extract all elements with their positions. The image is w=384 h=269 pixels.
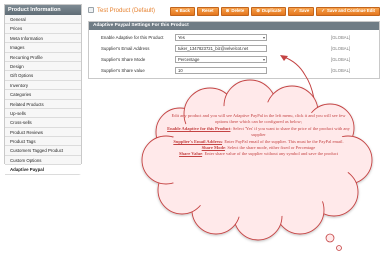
- callout-value-text: : Enter share value of the supplier with…: [202, 151, 338, 157]
- share-mode-value: Percentage: [178, 57, 200, 62]
- callout-mode-text: : Select the share mode, either fixed or…: [224, 145, 316, 151]
- supplier-email-scope: [GLOBAL]: [331, 46, 351, 51]
- share-value-input[interactable]: 10: [175, 67, 267, 74]
- delete-button[interactable]: ⊗ Delete: [220, 6, 250, 16]
- share-value-row: Supplier's Share value 10 [GLOBAL]: [89, 67, 379, 75]
- sidebar-item-categories[interactable]: Categories: [5, 90, 81, 100]
- sidebar-item-cross-sells[interactable]: Cross-sells: [5, 118, 81, 128]
- delete-icon: ⊗: [225, 7, 230, 13]
- enable-adaptive-scope: [GLOBAL]: [331, 35, 351, 40]
- save-icon: ✓: [321, 7, 325, 13]
- sidebar-item-inventory[interactable]: Inventory: [5, 80, 81, 91]
- share-mode-scope: [GLOBAL]: [331, 57, 351, 62]
- chevron-down-icon: ▾: [262, 35, 265, 40]
- product-information-sidebar: Product Information General Prices Meta …: [4, 4, 82, 175]
- supplier-email-input[interactable]: tuker_1347823721_biz@velvelcot.net: [175, 45, 267, 52]
- callout-bubble: [336, 245, 342, 251]
- callout-enable-text: : Select 'Yes' if you want to share the …: [230, 125, 350, 138]
- sidebar-item-custom-options[interactable]: Custom Options: [5, 155, 81, 166]
- chevron-down-icon: ▾: [262, 57, 265, 62]
- sidebar-item-related-products[interactable]: Related Products: [5, 99, 81, 109]
- share-value-scope: [GLOBAL]: [331, 68, 351, 73]
- page-header: Test Product (Default) ◂ Back Reset ⊗ Dele…: [88, 4, 380, 18]
- callout-mode-heading: Share Mode: [201, 145, 225, 151]
- sidebar-item-design[interactable]: Design: [5, 61, 81, 72]
- sidebar-item-product-tags[interactable]: Product Tags: [5, 137, 81, 147]
- plus-icon: ⊕: [256, 7, 261, 13]
- sidebar-item-images[interactable]: Images: [5, 43, 81, 53]
- callout-text: Edit any product and you will see Adapti…: [166, 113, 351, 158]
- save-continue-button-label: Save and Continue Edit: [327, 8, 375, 13]
- save-button[interactable]: ✓ Save: [288, 6, 315, 16]
- page-title: Test Product (Default): [88, 6, 155, 16]
- product-icon: [88, 7, 94, 14]
- sidebar-item-gift-options[interactable]: Gift Options: [5, 71, 81, 81]
- share-mode-row: Supplier's Share Mode Percentage ▾ [GLOB…: [89, 56, 379, 64]
- enable-adaptive-row: Enable Adaptive for this Product Yes ▾ […: [89, 34, 379, 42]
- sidebar-item-general[interactable]: General: [5, 15, 81, 25]
- arrow-left-icon: ◂: [175, 7, 178, 13]
- section-title: Adaptive Paypal Settings For this Produc…: [89, 22, 379, 30]
- sidebar-item-up-sells[interactable]: Up-sells: [5, 108, 81, 119]
- callout-value-heading: Share Value: [179, 151, 203, 157]
- share-value-label: Supplier's Share value: [101, 68, 145, 73]
- sidebar-item-product-reviews[interactable]: Product Reviews: [5, 127, 81, 138]
- sidebar-title: Product Information: [5, 5, 81, 15]
- reset-button[interactable]: Reset: [196, 6, 219, 16]
- save-icon: ✓: [293, 7, 298, 13]
- callout-email-text: : Enter PayPal email of the supplier. Th…: [222, 138, 344, 144]
- delete-button-label: Delete: [231, 8, 245, 13]
- callout-intro: Edit any product and you will see Adapti…: [171, 113, 346, 125]
- duplicate-button[interactable]: ⊕ Duplicate: [251, 6, 287, 16]
- duplicate-button-label: Duplicate: [262, 8, 282, 13]
- sidebar-item-customers-tagged-product[interactable]: Customers Tagged Product: [5, 146, 81, 156]
- callout-enable-heading: Enable Adaptive for this Product: [167, 125, 231, 131]
- sidebar-item-meta-information[interactable]: Meta Information: [5, 33, 81, 44]
- callout-email-heading: Supplier's Email Address: [173, 138, 223, 144]
- sidebar-item-adaptive-paypal[interactable]: Adaptive Paypal: [5, 165, 81, 175]
- supplier-email-row: Supplier's Email Address tuker_134782372…: [89, 45, 379, 53]
- reset-button-label: Reset: [201, 8, 214, 13]
- sidebar-item-recurring-profile[interactable]: Recurring Profile: [5, 52, 81, 62]
- toolbar: ◂ Back Reset ⊗ Delete ⊕ Duplicate ✓ Save ✓ Sa…: [170, 4, 380, 18]
- save-button-label: Save: [299, 8, 310, 13]
- callout-bubble: [325, 233, 335, 243]
- enable-adaptive-value: Yes: [178, 35, 185, 40]
- share-mode-select[interactable]: Percentage ▾: [175, 56, 267, 63]
- share-mode-label: Supplier's Share Mode: [101, 57, 146, 62]
- page-title-text: Test Product (Default): [97, 8, 156, 14]
- back-button-label: Back: [179, 8, 190, 13]
- back-button[interactable]: ◂ Back: [170, 6, 195, 16]
- sidebar-item-prices[interactable]: Prices: [5, 24, 81, 34]
- save-continue-button[interactable]: ✓ Save and Continue Edit: [316, 6, 380, 16]
- supplier-email-label: Supplier's Email Address: [101, 46, 150, 51]
- enable-adaptive-select[interactable]: Yes ▾: [175, 34, 267, 41]
- enable-adaptive-label: Enable Adaptive for this Product: [101, 35, 164, 40]
- adaptive-paypal-settings-section: Adaptive Paypal Settings For this Produc…: [88, 21, 380, 79]
